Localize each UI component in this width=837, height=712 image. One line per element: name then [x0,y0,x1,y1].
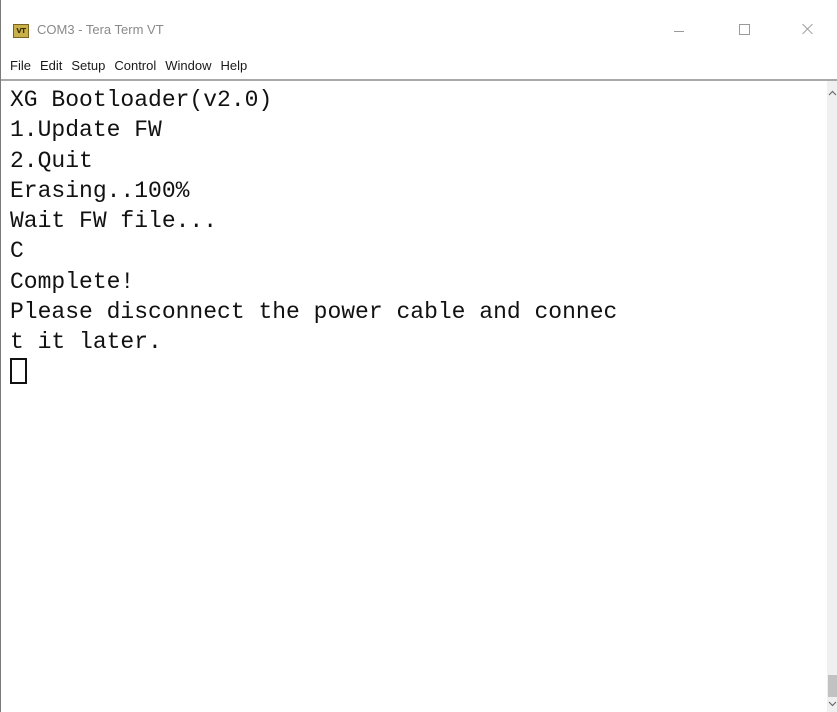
maximize-button[interactable] [721,14,767,44]
scroll-down-button[interactable] [827,698,837,710]
cursor-line [10,357,617,388]
chevron-down-icon [828,701,837,707]
teraterm-window: VT COM3 - Tera Term VT File Edit Setup C… [0,0,837,712]
menu-item-edit[interactable]: Edit [36,58,66,73]
menu-item-setup[interactable]: Setup [67,58,109,73]
terminal-screen[interactable]: XG Bootloader(v2.0) 1.Update FW 2.Quit Eras… [1,81,827,712]
menu-item-window[interactable]: Window [161,58,215,73]
terminal-line: Please disconnect the power cable and co… [10,299,618,326]
close-button[interactable] [785,14,831,44]
text-cursor [10,357,27,384]
maximize-icon [738,23,750,35]
minimize-button[interactable] [656,14,702,44]
vertical-scrollbar[interactable] [827,81,837,712]
terminal-output: XG Bootloader(v2.0) 1.Update FW 2.Quit Eras… [10,85,617,388]
terminal-line: C [10,238,24,265]
minimize-icon [674,30,684,32]
menu-item-help[interactable]: Help [217,58,252,73]
terminal-line: Wait FW file... [10,208,218,235]
menu-item-control[interactable]: Control [110,58,160,73]
terminal-line: t it later. [10,329,162,356]
scroll-thumb[interactable] [828,675,837,697]
close-icon [802,23,814,35]
terminal-line: Erasing..100% [10,177,190,204]
terminal-line: 2.Quit [10,147,93,174]
menu-item-file[interactable]: File [6,58,35,73]
scroll-up-button[interactable] [827,87,837,99]
chevron-up-icon [828,90,837,96]
window-title: COM3 - Tera Term VT [37,22,164,37]
menu-bar: File Edit Setup Control Window Help [1,52,837,78]
terminal-line: XG Bootloader(v2.0) [10,87,273,113]
title-bar[interactable]: VT COM3 - Tera Term VT [1,0,837,50]
teraterm-app-icon[interactable]: VT [13,24,29,38]
terminal-line: Complete! [10,268,135,295]
terminal-line: 1.Update FW [10,117,162,144]
